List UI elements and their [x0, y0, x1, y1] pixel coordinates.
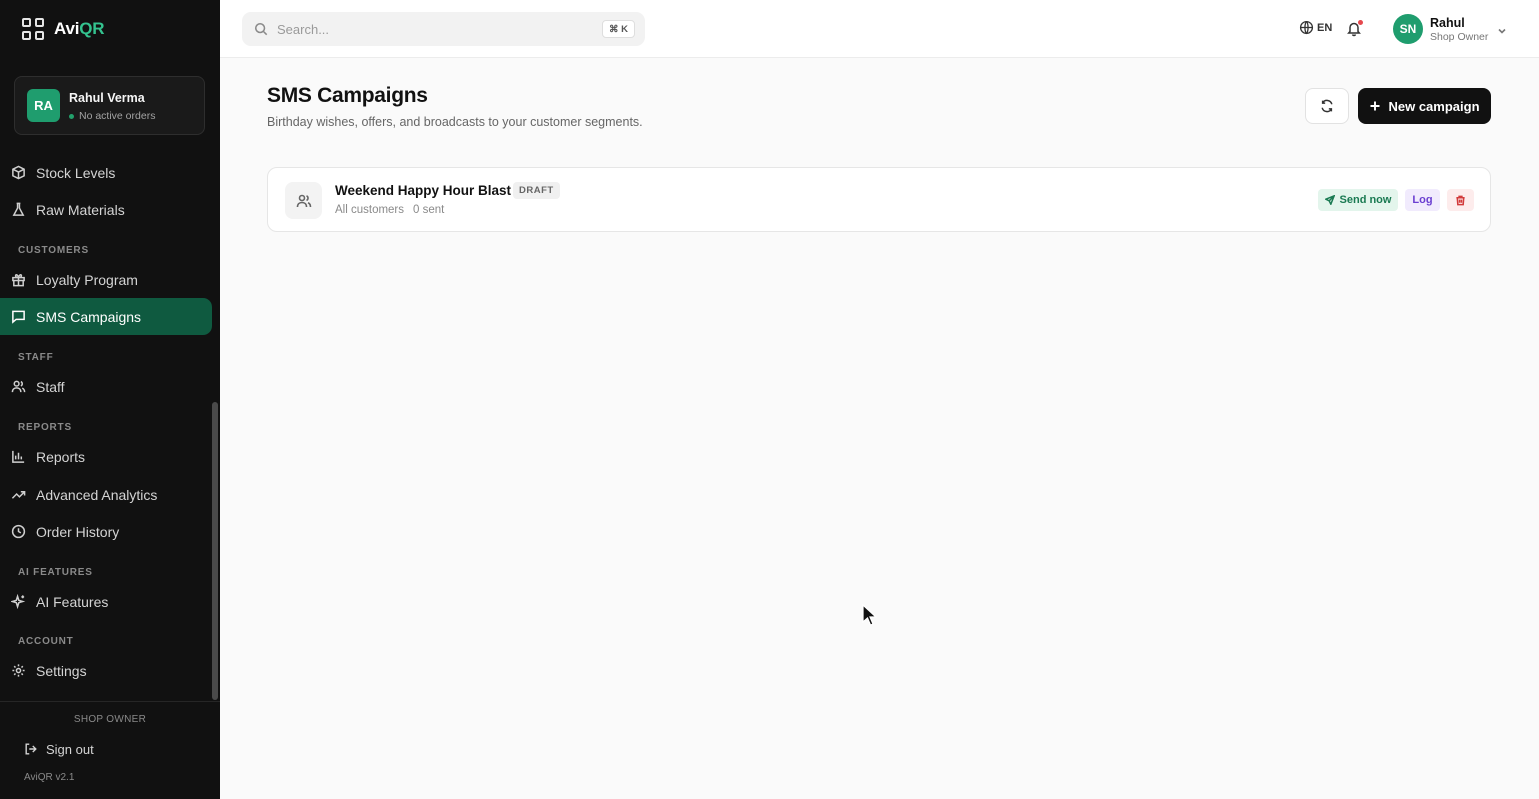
campaign-name: Weekend Happy Hour Blast: [335, 183, 512, 198]
sidebar-item-staff[interactable]: Staff: [0, 368, 212, 405]
sidebar-item-ai-features[interactable]: AI Features: [0, 583, 212, 620]
sidebar-item-settings[interactable]: Settings: [0, 652, 212, 689]
flask-icon: [12, 202, 25, 216]
trash-icon: [1456, 195, 1465, 205]
refresh-button[interactable]: [1305, 88, 1349, 124]
search-icon: [254, 22, 268, 36]
plus-icon: [1370, 101, 1380, 111]
app-version: AviQR v2.1: [24, 772, 75, 783]
page-subtitle: Birthday wishes, offers, and broadcasts …: [267, 115, 643, 129]
sidebar-item-reports[interactable]: Reports: [0, 438, 212, 475]
refresh-icon: [1321, 99, 1333, 113]
section-ai-features: AI FEATURES: [18, 567, 93, 578]
delete-button[interactable]: [1447, 189, 1474, 211]
sidebar-item-raw-materials[interactable]: Raw Materials: [0, 191, 212, 228]
users-icon: [11, 380, 26, 393]
users-icon: [285, 182, 322, 219]
sign-out-button[interactable]: Sign out: [24, 739, 94, 759]
topbar: Search... ⌘ K EN SN Rahul Shop Owner: [220, 0, 1539, 58]
bar-chart-icon: [12, 450, 25, 463]
user-name: Rahul Verma: [69, 91, 145, 105]
notification-dot: [1358, 20, 1363, 25]
log-button[interactable]: Log: [1405, 189, 1440, 211]
gear-icon: [12, 664, 25, 677]
new-campaign-button[interactable]: New campaign: [1358, 88, 1491, 124]
campaign-audience: All customers: [335, 204, 405, 216]
chevron-down-icon[interactable]: [1497, 23, 1507, 34]
globe-icon: [1299, 20, 1314, 35]
sparkles-icon: [11, 594, 26, 609]
sidebar-item-order-history[interactable]: Order History: [0, 513, 212, 550]
user-name[interactable]: Rahul: [1430, 16, 1465, 30]
sidebar-item-stock-levels[interactable]: Stock Levels: [0, 154, 212, 191]
sidebar: AviQR RA Rahul Verma No active orders St…: [0, 0, 220, 799]
gift-icon: [12, 274, 25, 287]
notifications-button[interactable]: [1346, 20, 1363, 37]
trending-up-icon: [11, 490, 26, 499]
section-reports: REPORTS: [18, 422, 72, 433]
campaign-card[interactable]: Weekend Happy Hour Blast DRAFT All custo…: [267, 167, 1491, 232]
language-switcher[interactable]: EN: [1299, 20, 1332, 35]
brand-name: AviQR: [54, 19, 105, 38]
log-out-icon: [25, 743, 37, 755]
mouse-cursor-icon: [862, 604, 878, 626]
message-icon: [12, 310, 25, 324]
qr-logo-icon: [22, 18, 44, 40]
search-placeholder: Search...: [277, 21, 330, 37]
avatar: RA: [27, 89, 60, 122]
user-card[interactable]: RA Rahul Verma No active orders: [14, 76, 205, 135]
user-role: Shop Owner: [1430, 31, 1489, 43]
search-input[interactable]: Search... ⌘ K: [242, 12, 645, 46]
campaign-sent-count: 0 sent: [413, 204, 445, 216]
campaign-meta: All customers 0 sent: [335, 204, 444, 216]
page-title: SMS Campaigns: [267, 84, 428, 107]
avatar[interactable]: SN: [1393, 14, 1423, 44]
section-account: ACCOUNT: [18, 636, 74, 647]
sidebar-item-sms-campaigns[interactable]: SMS Campaigns: [0, 298, 212, 335]
sidebar-item-advanced-analytics[interactable]: Advanced Analytics: [0, 476, 212, 513]
sidebar-item-loyalty-program[interactable]: Loyalty Program: [0, 261, 212, 298]
sidebar-scrollbar[interactable]: [212, 402, 218, 700]
box-icon: [12, 165, 25, 180]
send-now-button[interactable]: Send now: [1318, 189, 1398, 211]
brand[interactable]: AviQR: [22, 18, 105, 40]
footer-role: SHOP OWNER: [73, 714, 147, 725]
user-status: No active orders: [69, 110, 155, 122]
send-icon: [1324, 195, 1335, 205]
status-dot: [69, 113, 74, 119]
section-customers: CUSTOMERS: [18, 245, 89, 256]
keyboard-shortcut: ⌘ K: [602, 20, 635, 38]
section-staff: STAFF: [18, 352, 54, 363]
clock-icon: [11, 524, 26, 539]
divider: [0, 701, 220, 702]
status-badge: DRAFT: [513, 182, 560, 199]
